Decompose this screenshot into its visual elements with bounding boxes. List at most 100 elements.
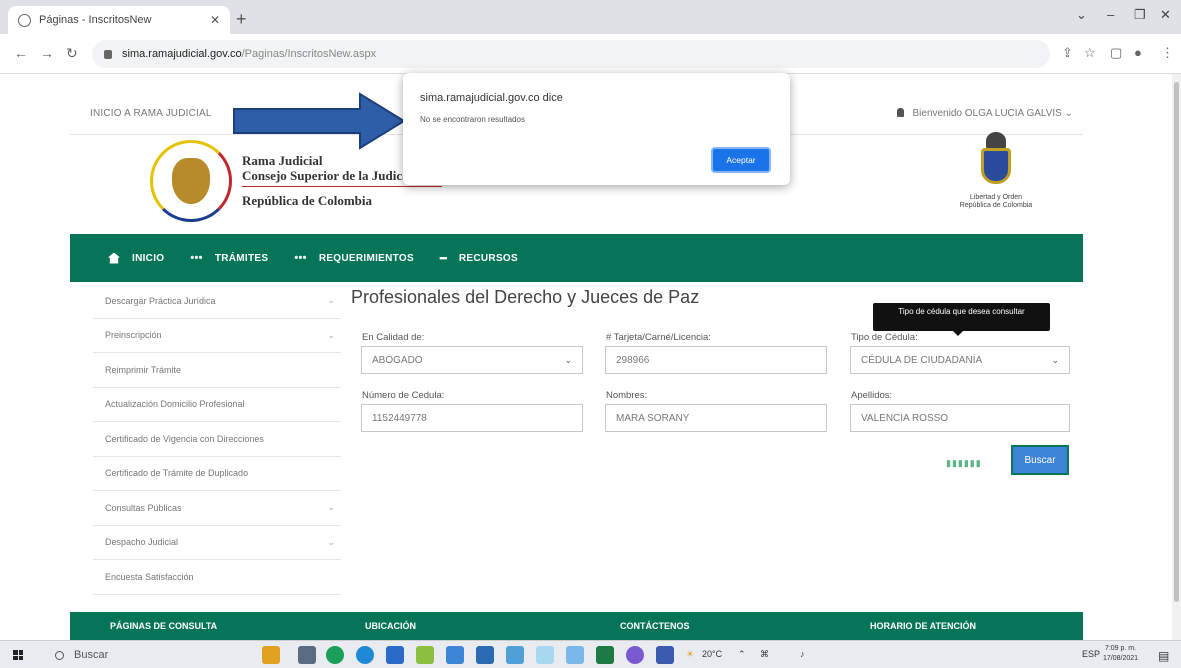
photos-icon[interactable] [446, 646, 464, 664]
chevron-down-icon: ⌄ [1051, 354, 1059, 365]
task-view-icon[interactable] [298, 646, 316, 664]
teams-icon[interactable] [626, 646, 644, 664]
dialog-message: No se encontraron resultados [420, 115, 525, 124]
ellipsis-icon: ••• [190, 252, 203, 264]
home-icon [108, 252, 120, 264]
sidebar-item-despacho[interactable]: Despacho Judicial ⌄ [93, 526, 341, 560]
maps-icon[interactable] [416, 646, 434, 664]
sidebar-item-descargar[interactable]: Descargar Práctica Jurídica ⌄ [93, 284, 341, 319]
onenote-icon[interactable] [656, 646, 674, 664]
globe-icon [18, 13, 31, 27]
sidebar-item-preinscripcion[interactable]: Preinscripción ⌄ [93, 319, 341, 353]
url-field[interactable]: sima.ramajudicial.gov.co /Paginas/Inscri… [92, 40, 1050, 68]
page-title: Profesionales del Derecho y Jueces de Pa… [351, 287, 700, 307]
tipo-cedula-value: CÉDULA DE CIUDADANÍA [861, 354, 983, 366]
coat-caption: Libertad y Orden República de Colombia [956, 194, 1036, 210]
people-app-icon[interactable] [262, 646, 280, 664]
welcome-user-menu[interactable]: Bienvenido OLGA LUCIA GALVIS ⌄ [897, 108, 1073, 119]
apellidos-input[interactable]: VALENCIA ROSSO [850, 404, 1070, 432]
minimize-icon[interactable]: – [1107, 7, 1114, 22]
back-icon[interactable]: ← [14, 45, 28, 61]
coat-caption-line-1: Libertad y Orden [969, 194, 1023, 201]
sidebar-item-certificado-vigencia[interactable]: Certificado de Vigencia con Direcciones [93, 422, 341, 457]
clock-time: 7:09 p. m. [1104, 645, 1137, 652]
chevron-down-icon: ⌄ [327, 329, 335, 340]
menu-icon[interactable]: ⋮ [1161, 45, 1174, 61]
user-icon [897, 108, 905, 117]
cedula-input[interactable]: 1152449778 [361, 404, 583, 432]
nombres-label: Nombres: [606, 390, 648, 401]
sidebar-item-certificado-duplicado[interactable]: Certificado de Trámite de Duplicado [93, 457, 341, 491]
sidebar-item-label: Certificado de Trámite de Duplicado [105, 468, 249, 479]
dialog-ok-button[interactable]: Aceptar [711, 147, 771, 173]
reload-icon[interactable]: ↻ [66, 45, 78, 62]
tab-title: Páginas - InscritosNew [39, 14, 152, 26]
footer-bar: PÁGINAS DE CONSULTA UBICACIÓN CONTÁCTENO… [70, 612, 1083, 640]
calidad-value: ABOGADO [372, 354, 423, 366]
forward-icon[interactable]: → [40, 45, 54, 61]
nombres-value: MARA SORANY [616, 412, 690, 424]
inicio-rama-link[interactable]: INICIO A RAMA JUDICIAL [90, 108, 212, 119]
network-icon[interactable]: ⌘ [760, 649, 769, 660]
alert-dialog: sima.ramajudicial.gov.co dice No se enco… [403, 73, 790, 185]
sidebar-item-label: Preinscripción [105, 330, 162, 341]
nav-recursos[interactable]: ━ RECURSOS [440, 252, 518, 265]
files-icon[interactable] [536, 646, 554, 664]
windows-start-icon[interactable] [13, 650, 23, 660]
nombres-input[interactable]: MARA SORANY [605, 404, 827, 432]
tipo-cedula-label: Tipo de Cédula: [851, 332, 918, 343]
tarjeta-label: # Tarjeta/Carné/Licencia: [606, 332, 711, 343]
word-icon[interactable] [566, 646, 584, 664]
shield-icon [981, 148, 1011, 184]
share-icon[interactable]: ⇪ [1062, 45, 1073, 61]
tipo-cedula-tooltip: Tipo de cédula que desea consultar [873, 303, 1050, 336]
annotation-arrow [233, 92, 406, 150]
edge-icon[interactable] [356, 646, 374, 664]
sidebar-item-reimprimir[interactable]: Reimprimir Trámite [93, 353, 341, 388]
nav-inicio[interactable]: INICIO [108, 252, 164, 264]
notifications-icon[interactable]: ▤ [1158, 649, 1169, 663]
tray-chevron-up-icon[interactable]: ⌃ [738, 649, 746, 660]
mail-icon[interactable] [506, 646, 524, 664]
sidebar-item-encuesta[interactable]: Encuesta Satisfacción [93, 560, 341, 595]
profile-icon[interactable]: ● [1134, 45, 1142, 60]
tipo-cedula-select[interactable]: CÉDULA DE CIUDADANÍA ⌄ [850, 346, 1070, 374]
nav-requerimientos[interactable]: ••• REQUERIMIENTOS [294, 252, 414, 264]
new-tab-icon[interactable]: + [236, 9, 247, 30]
calidad-select[interactable]: ABOGADO ⌄ [361, 346, 583, 374]
sidebar-item-label: Actualización Domicilio Profesional [105, 399, 245, 410]
taskbar-clock[interactable]: 7:09 p. m. 17/08/2021 [1103, 644, 1138, 664]
nav-label: TRÁMITES [214, 252, 269, 264]
page-scrollbar[interactable] [1172, 74, 1181, 640]
tarjeta-input[interactable]: 298966 [605, 346, 827, 374]
brand-divider [242, 186, 442, 187]
tab-search-icon[interactable]: ⌄ [1076, 7, 1087, 23]
buscar-button[interactable]: Buscar [1011, 445, 1069, 475]
store-icon[interactable] [476, 646, 494, 664]
sidebar-item-consultas[interactable]: Consultas Públicas ⌄ [93, 491, 341, 526]
volume-icon[interactable]: ♪ [800, 649, 805, 659]
nav-tramites[interactable]: ••• TRÁMITES [190, 252, 268, 264]
weather-icon[interactable]: ☀ [686, 649, 694, 660]
sidebar-item-actualizacion[interactable]: Actualización Domicilio Profesional [93, 388, 341, 422]
sidepanel-icon[interactable]: ▢ [1110, 45, 1122, 61]
bookmark-star-icon[interactable]: ☆ [1084, 45, 1096, 61]
browser-tab[interactable]: Páginas - InscritosNew ✕ [8, 6, 230, 34]
maximize-icon[interactable]: ❐ [1134, 7, 1146, 23]
outlook-icon[interactable] [386, 646, 404, 664]
colombia-coat-of-arms [968, 132, 1024, 190]
browser-tab-bar: Páginas - InscritosNew ✕ + ⌄ – ❐ ✕ [0, 0, 1181, 34]
close-tab-icon[interactable]: ✕ [210, 13, 220, 27]
excel-icon[interactable] [596, 646, 614, 664]
ellipsis-icon: ••• [294, 252, 307, 264]
scrollbar-thumb[interactable] [1174, 82, 1179, 602]
language-indicator[interactable]: ESP [1082, 649, 1100, 659]
welcome-text: Bienvenido OLGA LUCIA GALVIS [912, 108, 1062, 119]
apellidos-value: VALENCIA ROSSO [861, 412, 949, 424]
sidebar-item-label: Encuesta Satisfacción [105, 571, 194, 582]
sidebar: Descargar Práctica Jurídica ⌄ Preinscripc… [93, 284, 341, 595]
close-window-icon[interactable]: ✕ [1160, 7, 1171, 23]
footer-horario: HORARIO DE ATENCIÓN [870, 621, 977, 631]
taskbar-search[interactable]: Buscar [55, 645, 235, 665]
chrome-icon[interactable] [326, 646, 344, 664]
